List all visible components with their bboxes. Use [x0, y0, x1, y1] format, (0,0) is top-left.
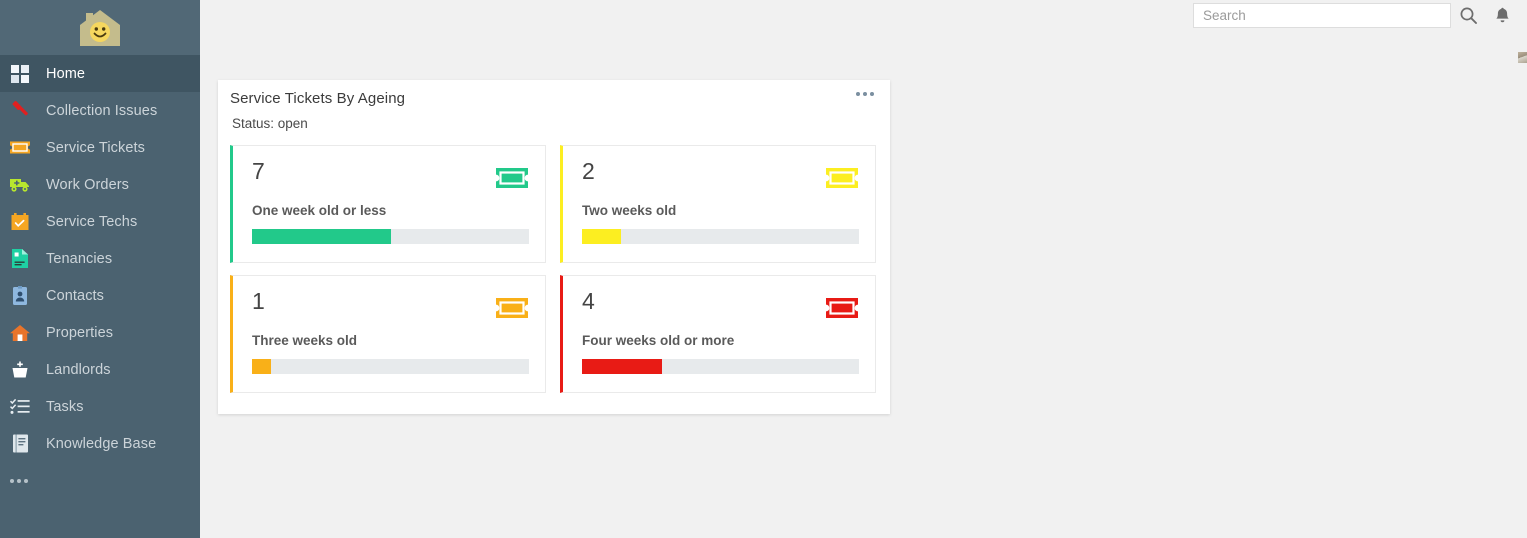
sidebar-item-service-techs[interactable]: Service Techs — [0, 203, 200, 240]
sidebar-item-collection-issues[interactable]: Collection Issues — [0, 92, 200, 129]
search-input[interactable] — [1193, 2, 1451, 28]
widget-title: Service Tickets By Ageing — [230, 90, 406, 107]
sidebar-item-label: Service Techs — [46, 213, 138, 230]
tile-value: 2 — [582, 158, 595, 184]
tile-progress-fill — [252, 359, 272, 374]
tile-top: 4 — [582, 290, 859, 321]
search-icon — [1460, 7, 1477, 24]
sidebar-item-home[interactable]: Home — [0, 55, 200, 92]
sidebar-item-label: Home — [46, 65, 86, 82]
tile-value: 1 — [252, 288, 265, 314]
grid-dashboard-icon — [8, 63, 32, 85]
app-logo[interactable] — [0, 0, 200, 55]
tile-progress-track — [252, 359, 529, 374]
app-root: Home Collection Issues Service Tickets W… — [0, 0, 1527, 538]
sidebar-item-label: Contacts — [46, 287, 105, 304]
tile-top: 1 — [252, 290, 529, 321]
ticket-icon — [826, 298, 858, 318]
widget-header: Service Tickets By Ageing — [218, 80, 890, 107]
home-house-icon — [8, 322, 32, 344]
metric-tile-one-week-old-or-less[interactable]: 7 One week old or less — [230, 145, 546, 263]
checklist-icon — [8, 396, 32, 418]
book-icon — [8, 433, 32, 455]
ticket-icon — [8, 137, 32, 159]
metric-tiles: 7 One week old or less 2 Two weeks old 1… — [218, 131, 890, 393]
tile-label: Four weeks old or more — [582, 333, 735, 348]
ticket-icon — [496, 168, 528, 188]
sidebar-item-landlords[interactable]: Landlords — [0, 351, 200, 388]
scrollbar-arrow[interactable] — [1518, 52, 1527, 63]
tile-label: One week old or less — [252, 203, 387, 218]
sidebar-item-contacts[interactable]: Contacts — [0, 277, 200, 314]
house-smiley-logo-icon — [80, 9, 120, 46]
sidebar-item-tasks[interactable]: Tasks — [0, 388, 200, 425]
document-icon — [8, 248, 32, 270]
tile-progress-fill — [582, 359, 663, 374]
sidebar-item-label: Collection Issues — [46, 102, 158, 119]
notifications-button[interactable] — [1485, 0, 1519, 30]
sidebar-item-service-tickets[interactable]: Service Tickets — [0, 129, 200, 166]
tile-value: 7 — [252, 158, 265, 184]
service-tickets-by-ageing-widget: Service Tickets By Ageing Status: open 7 — [218, 80, 890, 414]
tile-progress-fill — [582, 229, 621, 244]
metric-tile-three-weeks-old[interactable]: 1 Three weeks old — [230, 275, 546, 393]
sidebar: Home Collection Issues Service Tickets W… — [0, 0, 200, 538]
metric-tile-four-weeks-old-or-more[interactable]: 4 Four weeks old or more — [560, 275, 876, 393]
crown-icon — [8, 359, 32, 381]
sidebar-item-label: Work Orders — [46, 176, 130, 193]
sidebar-item-work-orders[interactable]: Work Orders — [0, 166, 200, 203]
ellipsis-icon — [10, 478, 28, 483]
tile-label: Three weeks old — [252, 333, 358, 348]
sidebar-item-label: Tenancies — [46, 250, 113, 267]
sidebar-item-knowledge-base[interactable]: Knowledge Base — [0, 425, 200, 462]
calendar-check-icon — [8, 211, 32, 233]
gavel-icon — [8, 100, 32, 122]
metric-tile-two-weeks-old[interactable]: 2 Two weeks old — [560, 145, 876, 263]
tile-label: Two weeks old — [582, 203, 677, 218]
ticket-icon — [496, 298, 528, 318]
tile-progress-track — [582, 229, 859, 244]
sidebar-more-button[interactable] — [0, 462, 200, 499]
tile-progress-fill — [252, 229, 391, 244]
tile-top: 7 — [252, 160, 529, 191]
sidebar-item-label: Service Tickets — [46, 139, 145, 156]
sidebar-item-label: Landlords — [46, 361, 111, 378]
widget-menu-button[interactable] — [856, 90, 876, 96]
top-bar — [200, 0, 1527, 30]
sidebar-item-tenancies[interactable]: Tenancies — [0, 240, 200, 277]
ticket-icon — [826, 168, 858, 188]
id-badge-icon — [8, 285, 32, 307]
sidebar-item-label: Knowledge Base — [46, 435, 157, 452]
main-content: Service Tickets By Ageing Status: open 7 — [200, 0, 1527, 538]
tile-value: 4 — [582, 288, 595, 314]
tile-progress-track — [582, 359, 859, 374]
ellipsis-icon — [856, 92, 874, 96]
sidebar-item-label: Properties — [46, 324, 114, 341]
tile-top: 2 — [582, 160, 859, 191]
search-button[interactable] — [1451, 0, 1485, 30]
bell-icon — [1495, 7, 1509, 22]
sidebar-item-label: Tasks — [46, 398, 84, 415]
service-van-icon — [8, 174, 32, 196]
sidebar-item-properties[interactable]: Properties — [0, 314, 200, 351]
widget-subtitle: Status: open — [232, 116, 308, 131]
tile-progress-track — [252, 229, 529, 244]
